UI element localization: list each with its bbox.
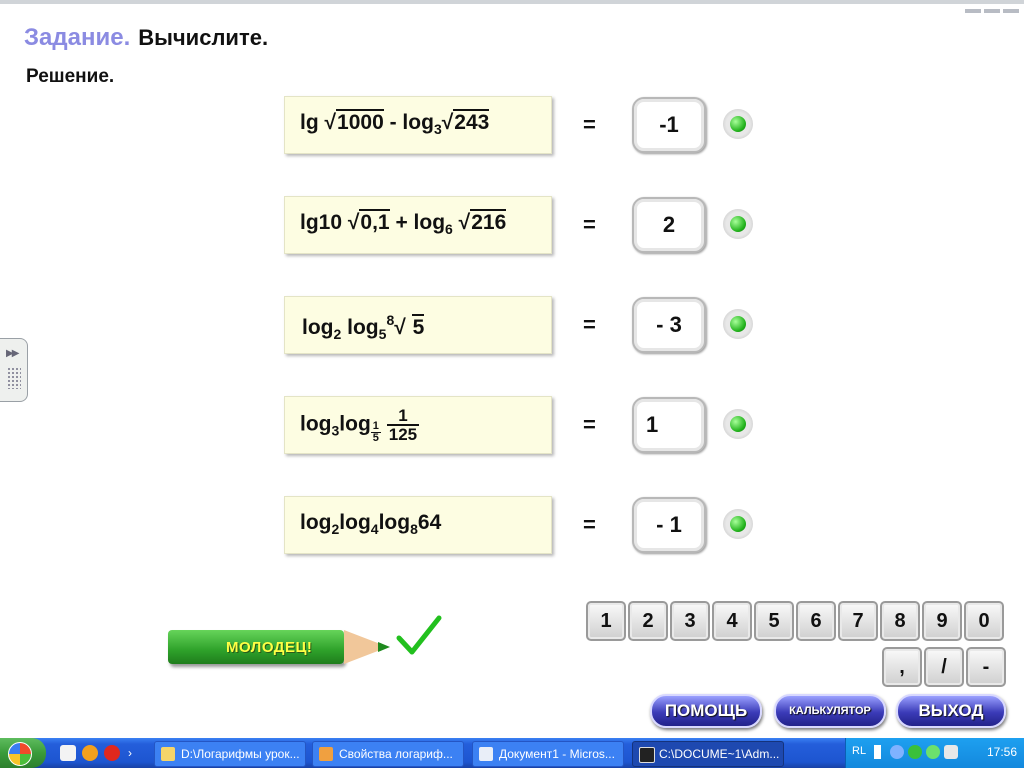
key-5[interactable]: 5 — [754, 601, 794, 641]
page-title: Задание. Вычислите. — [24, 24, 268, 52]
key-slash[interactable]: / — [924, 647, 964, 687]
taskbar-item-console[interactable]: C:\DOCUME~1\Adm... — [632, 741, 784, 767]
answer-field-3[interactable]: - 3 — [632, 297, 706, 353]
answer-field-2[interactable]: 2 — [632, 197, 706, 253]
correct-indicator-icon-5 — [723, 509, 753, 539]
expression-1: lg √1000 - log3√243 — [300, 109, 490, 137]
answer-field-5[interactable]: - 1 — [632, 497, 706, 553]
expression-3: log2 log58√ 5 — [302, 312, 425, 342]
key-6[interactable]: 6 — [796, 601, 836, 641]
chevron-right-icon[interactable]: › — [128, 745, 144, 761]
expression-card-5: log2log4log864 — [284, 496, 552, 554]
expression-4: log3log 1 5 1 125 — [300, 406, 420, 444]
key-7[interactable]: 7 — [838, 601, 878, 641]
key-comma[interactable]: , — [882, 647, 922, 687]
task-heading: Задание. — [24, 24, 131, 51]
network-icon[interactable] — [890, 745, 904, 759]
side-panel-handle[interactable]: ▶▶ — [0, 338, 28, 402]
system-tray: RL 17:56 — [845, 738, 1024, 768]
correct-indicator-icon-3 — [723, 309, 753, 339]
answer-field-1[interactable]: -1 — [632, 97, 706, 153]
calculator-button[interactable]: КАЛЬКУЛЯТОР — [774, 694, 886, 728]
grip-icon — [7, 367, 21, 389]
taskbar-item-folder[interactable]: D:\Логарифмы урок... — [154, 741, 306, 767]
key-4[interactable]: 4 — [712, 601, 752, 641]
equals-sign-3: = — [583, 312, 596, 337]
security-check-icon[interactable] — [926, 745, 940, 759]
correct-indicator-icon-2 — [723, 209, 753, 239]
equals-sign-4: = — [583, 412, 596, 437]
key-3[interactable]: 3 — [670, 601, 710, 641]
answer-field-4[interactable]: 1 — [632, 397, 706, 453]
pencil-icon: МОЛОДЕЦ! — [168, 628, 398, 668]
help-button[interactable]: ПОМОЩЬ — [650, 694, 762, 728]
expression-card-1: lg √1000 - log3√243 — [284, 96, 552, 154]
taskbar-item-document[interactable]: Документ1 - Micros... — [472, 741, 624, 767]
presentation-icon — [319, 747, 333, 761]
mail-icon[interactable] — [82, 745, 98, 761]
expression-2: lg10 √0,1 + log6 √216 — [300, 209, 507, 237]
expression-card-4: log3log 1 5 1 125 — [284, 396, 552, 454]
taskbar: › D:\Логарифмы урок... Свойства логариф.… — [0, 738, 1024, 768]
language-indicator[interactable]: RL — [852, 745, 866, 757]
start-button[interactable] — [0, 738, 46, 768]
notepad-icon[interactable] — [60, 745, 76, 761]
word-document-icon — [479, 747, 493, 761]
correct-indicator-icon-1 — [723, 109, 753, 139]
volume-icon[interactable] — [944, 745, 958, 759]
tray-arrow-icon[interactable] — [874, 745, 881, 759]
key-minus[interactable]: - — [966, 647, 1006, 687]
expression-card-2: lg10 √0,1 + log6 √216 — [284, 196, 552, 254]
expression-card-3: log2 log58√ 5 — [284, 296, 552, 354]
key-2[interactable]: 2 — [628, 601, 668, 641]
key-9[interactable]: 9 — [922, 601, 962, 641]
key-0[interactable]: 0 — [964, 601, 1004, 641]
checkmark-icon — [396, 615, 442, 655]
equals-sign-2: = — [583, 212, 596, 237]
key-8[interactable]: 8 — [880, 601, 920, 641]
key-1[interactable]: 1 — [586, 601, 626, 641]
task-instruction: Вычислите. — [138, 25, 269, 50]
windows-logo-icon — [8, 742, 32, 766]
expand-arrows-icon: ▶▶ — [6, 348, 19, 359]
clock: 17:56 — [986, 745, 1017, 759]
console-icon — [639, 747, 655, 763]
exit-button[interactable]: ВЫХОД — [896, 694, 1006, 728]
mail-agent-icon[interactable] — [908, 745, 922, 759]
solution-heading: Решение. — [26, 66, 115, 87]
folder-icon — [161, 747, 175, 761]
window-controls[interactable] — [962, 0, 1022, 13]
expression-5: log2log4log864 — [300, 511, 442, 537]
keypad: 1 2 3 4 5 6 7 8 9 0 , / - — [586, 601, 1006, 691]
correct-indicator-icon-4 — [723, 409, 753, 439]
equals-sign-1: = — [583, 112, 596, 137]
window-frame-top — [0, 0, 1024, 4]
taskbar-item-presentation[interactable]: Свойства логариф... — [312, 741, 464, 767]
praise-label: МОЛОДЕЦ! — [226, 639, 313, 656]
opera-icon[interactable] — [104, 745, 120, 761]
equals-sign-5: = — [583, 512, 596, 537]
